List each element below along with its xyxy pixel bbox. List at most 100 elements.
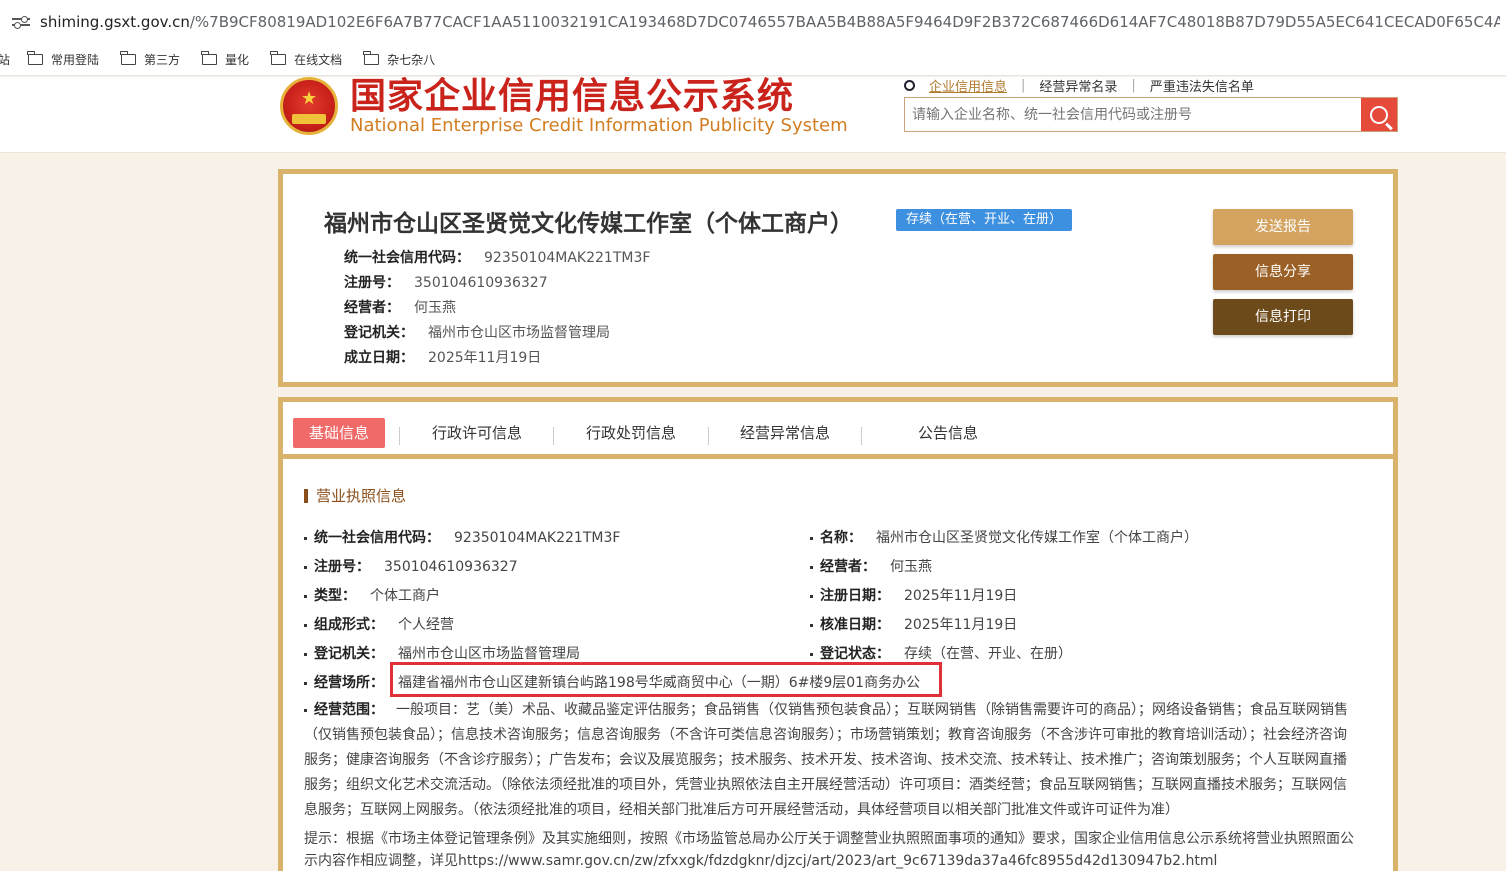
search-icon: [904, 80, 915, 91]
bookmark-folder[interactable]: 量化: [201, 51, 250, 68]
info-row: 成立日期： 2025年11月19日: [344, 346, 650, 371]
bookmark-label: 杂七杂八: [387, 53, 436, 67]
field-label: 名称：: [820, 530, 862, 546]
tab-basic-info[interactable]: 基础信息: [293, 418, 386, 448]
site-title-english: National Enterprise Credit Information P…: [350, 115, 848, 136]
info-label: 统一社会信用代码：: [344, 250, 470, 266]
field-value: 何玉燕: [890, 559, 932, 575]
section-title: 营业执照信息: [304, 489, 406, 504]
info-label: 注册号：: [344, 275, 400, 291]
search-tab-credit-info[interactable]: 企业信用信息: [929, 77, 1007, 95]
print-info-button[interactable]: 信息打印: [1213, 299, 1353, 335]
search-tab-abnormal-list[interactable]: 经营异常名录: [1039, 77, 1117, 95]
field-value: 存续（在营、开业、在册）: [904, 646, 1072, 662]
field-value: 个体工商户: [370, 588, 440, 604]
info-row: 统一社会信用代码： 92350104MAK221TM3F: [344, 246, 650, 271]
url-text[interactable]: shiming.gsxt.gov.cn/%7B9CF80819AD102E6F6…: [40, 13, 1500, 31]
bookmark-truncated[interactable]: 站: [0, 51, 10, 68]
info-label: 经营者：: [344, 300, 400, 316]
site-info-icon[interactable]: [12, 13, 30, 31]
company-basic-info: 统一社会信用代码： 92350104MAK221TM3F 注册号： 35010461…: [344, 246, 650, 371]
url-host: shiming.gsxt.gov.cn: [40, 13, 190, 31]
tab-admin-penalty[interactable]: 行政处罚信息: [586, 418, 676, 448]
browser-address-bar[interactable]: shiming.gsxt.gov.cn/%7B9CF80819AD102E6F6…: [0, 0, 1506, 44]
detail-tabs: 基础信息 行政许可信息 行政处罚信息 经营异常信息 公告信息: [283, 402, 1393, 459]
site-header: 国家企业信用信息公示系统 National Enterprise Credit …: [0, 77, 1506, 153]
bookmark-label: 常用登陆: [51, 53, 100, 67]
field-label: 注册号：: [314, 559, 370, 575]
field-label: 登记状态：: [820, 646, 890, 662]
tab-announcement[interactable]: 公告信息: [918, 418, 978, 448]
search-input[interactable]: [905, 98, 1361, 131]
company-summary-card: 福州市仓山区圣贤觉文化传媒工作室（个体工商户） 存续（在营、开业、在册） 统一社…: [278, 169, 1398, 387]
info-value: 何玉燕: [414, 300, 456, 316]
field-reg-authority: 登记机关： 福州市仓山区市场监督管理局: [304, 643, 580, 663]
field-label: 核准日期：: [820, 617, 890, 633]
national-emblem-icon: [280, 77, 338, 135]
search-button[interactable]: [1361, 98, 1397, 131]
folder-icon: [363, 51, 380, 65]
tab-separator: [708, 427, 709, 445]
tab-admin-license[interactable]: 行政许可信息: [432, 418, 522, 448]
send-report-button[interactable]: 发送报告: [1213, 209, 1353, 245]
field-value: 2025年11月19日: [904, 588, 1018, 604]
bookmark-label: 在线文档: [294, 53, 343, 67]
tab-separator: [861, 427, 862, 445]
field-value: 92350104MAK221TM3F: [454, 530, 621, 546]
bookmark-folder[interactable]: 在线文档: [270, 51, 343, 68]
url-path: /%7B9CF80819AD102E6F6A7B77CACF1AA5110032…: [189, 13, 1500, 31]
search-tabs: 企业信用信息 | 经营异常名录 | 严重违法失信名单: [904, 77, 1268, 95]
share-info-button[interactable]: 信息分享: [1213, 254, 1353, 290]
tab-separator: [399, 427, 400, 445]
field-label: 组成形式：: [314, 617, 384, 633]
folder-icon: [120, 51, 137, 65]
info-value: 福州市仓山区市场监督管理局: [428, 325, 610, 341]
status-badge: 存续（在营、开业、在册）: [896, 209, 1073, 231]
tab-separator: |: [1021, 78, 1026, 93]
field-label: 经营者：: [820, 559, 876, 575]
folder-icon: [27, 51, 44, 65]
folder-icon: [201, 51, 218, 65]
field-value: 2025年11月19日: [904, 617, 1018, 633]
scope-text: 一般项目：艺（美）术品、收藏品鉴定评估服务；食品销售（仅销售预包装食品）；互联网…: [304, 702, 1348, 818]
field-type: 类型： 个体工商户: [304, 585, 440, 605]
field-value: 个人经营: [398, 617, 454, 633]
bookmark-folder[interactable]: 第三方: [120, 51, 181, 68]
info-label: 成立日期：: [344, 350, 414, 366]
field-name: 名称： 福州市仓山区圣贤觉文化传媒工作室（个体工商户）: [810, 527, 1198, 547]
bookmark-folder[interactable]: 常用登陆: [27, 51, 100, 68]
field-value: 福州市仓山区市场监督管理局: [398, 646, 580, 662]
field-operator: 经营者： 何玉燕: [810, 556, 932, 576]
company-name: 福州市仓山区圣贤觉文化传媒工作室（个体工商户）: [324, 211, 853, 237]
bookmark-folder[interactable]: 杂七杂八: [363, 51, 436, 68]
search-box: [904, 97, 1398, 132]
info-row: 经营者： 何玉燕: [344, 296, 650, 321]
field-reg-date: 注册日期： 2025年11月19日: [810, 585, 1017, 605]
field-value: 福州市仓山区圣贤觉文化传媒工作室（个体工商户）: [876, 530, 1198, 546]
bookmark-label: 第三方: [144, 53, 181, 67]
tab-abnormal-operation[interactable]: 经营异常信息: [740, 418, 830, 448]
site-title: 国家企业信用信息公示系统: [350, 77, 795, 117]
info-label: 登记机关：: [344, 325, 414, 341]
business-scope: 经营范围： 一般项目：艺（美）术品、收藏品鉴定评估服务；食品销售（仅销售预包装食品…: [304, 698, 1356, 823]
field-organization-form: 组成形式： 个人经营: [304, 614, 454, 634]
field-label: 统一社会信用代码：: [314, 530, 440, 546]
field-value: 350104610936327: [384, 559, 518, 575]
field-credit-code: 统一社会信用代码： 92350104MAK221TM3F: [304, 527, 620, 547]
field-label: 经营范围：: [314, 702, 384, 718]
address-highlight-box: [390, 662, 942, 697]
magnifier-icon: [1370, 105, 1388, 124]
bookmark-label: 量化: [225, 53, 250, 67]
info-value: 2025年11月19日: [428, 350, 542, 366]
bookmarks-bar: 站 常用登陆 第三方 量化 在线文档 杂七杂八: [0, 44, 1506, 76]
tab-separator: [553, 427, 554, 445]
field-label: 经营场所：: [314, 675, 384, 691]
field-label: 登记机关：: [314, 646, 384, 662]
info-value: 350104610936327: [414, 275, 548, 291]
info-row: 注册号： 350104610936327: [344, 271, 650, 296]
field-label: 类型：: [314, 588, 356, 604]
search-tab-dishonest-list[interactable]: 严重违法失信名单: [1150, 77, 1254, 95]
detail-panel: 基础信息 行政许可信息 行政处罚信息 经营异常信息 公告信息 营业执照信息 统一…: [278, 397, 1398, 871]
info-row: 登记机关： 福州市仓山区市场监督管理局: [344, 321, 650, 346]
notice-text: 提示：根据《市场主体登记管理条例》及其实施细则，按照《市场监管总局办公厅关于调整…: [304, 831, 1354, 869]
